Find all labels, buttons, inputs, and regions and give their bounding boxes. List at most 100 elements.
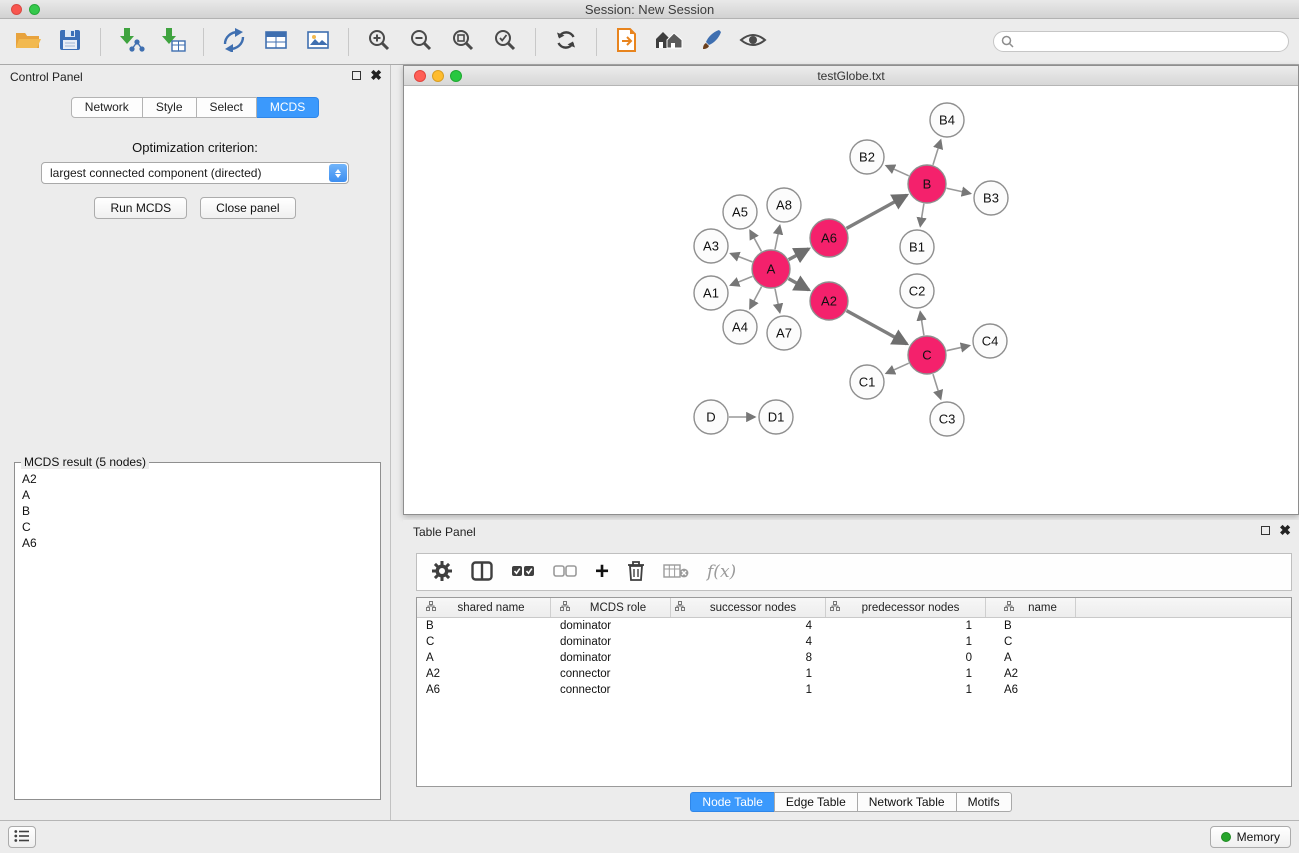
edge-B-B1[interactable] bbox=[920, 204, 924, 227]
edge-A-A8[interactable] bbox=[775, 226, 780, 250]
zoom-window-button[interactable] bbox=[29, 4, 40, 15]
import-table-button[interactable] bbox=[155, 25, 191, 59]
edge-A-A4[interactable] bbox=[750, 287, 762, 309]
column-header-name[interactable]: name bbox=[986, 598, 1076, 617]
column-header-shared-name[interactable]: shared name bbox=[417, 598, 551, 617]
edge-A-A7[interactable] bbox=[775, 289, 780, 313]
float-panel-icon[interactable] bbox=[352, 71, 361, 80]
mcds-result-item[interactable]: A6 bbox=[17, 535, 378, 551]
graph-node-B1[interactable]: B1 bbox=[900, 230, 934, 264]
graph-node-C4[interactable]: C4 bbox=[973, 324, 1007, 358]
edge-A-A2[interactable] bbox=[789, 279, 809, 290]
graph-node-C1[interactable]: C1 bbox=[850, 365, 884, 399]
tab-mcds[interactable]: MCDS bbox=[257, 97, 319, 118]
edge-A-A5[interactable] bbox=[750, 230, 761, 251]
delete-table-button[interactable] bbox=[663, 557, 689, 587]
edge-C-C1[interactable] bbox=[886, 363, 909, 373]
zoom-out-button[interactable] bbox=[403, 25, 439, 59]
delete-column-button[interactable] bbox=[627, 557, 645, 587]
graph-node-A3[interactable]: A3 bbox=[694, 229, 728, 263]
table-row[interactable]: Bdominator41B bbox=[417, 618, 1291, 634]
save-session-button[interactable] bbox=[52, 25, 88, 59]
graph-node-A8[interactable]: A8 bbox=[767, 188, 801, 222]
mcds-result-item[interactable]: B bbox=[17, 503, 378, 519]
select-all-button[interactable] bbox=[511, 557, 535, 587]
column-header-successor-nodes[interactable]: successor nodes bbox=[671, 598, 826, 617]
edge-A-A1[interactable] bbox=[730, 276, 752, 285]
import-network-button[interactable] bbox=[113, 25, 149, 59]
graph-node-A5[interactable]: A5 bbox=[723, 195, 757, 229]
graph-node-C2[interactable]: C2 bbox=[900, 274, 934, 308]
refresh-button[interactable] bbox=[548, 25, 584, 59]
graph-node-A4[interactable]: A4 bbox=[723, 310, 757, 344]
tab-network[interactable]: Network bbox=[71, 97, 143, 118]
graph-node-B[interactable]: B bbox=[908, 165, 946, 203]
graph-node-A2[interactable]: A2 bbox=[810, 282, 848, 320]
graph-node-B4[interactable]: B4 bbox=[930, 103, 964, 137]
column-header-mcds-role[interactable]: MCDS role bbox=[551, 598, 671, 617]
mcds-result-list[interactable]: A2ABCA6 bbox=[17, 471, 378, 797]
tab-select[interactable]: Select bbox=[197, 97, 257, 118]
network-zoom-button[interactable] bbox=[450, 70, 462, 82]
export-table-button[interactable] bbox=[258, 25, 294, 59]
graph-node-A1[interactable]: A1 bbox=[694, 276, 728, 310]
edge-A-A3[interactable] bbox=[731, 254, 753, 262]
edge-C-C2[interactable] bbox=[920, 312, 924, 335]
table-row[interactable]: Adominator80A bbox=[417, 650, 1291, 666]
close-window-button[interactable] bbox=[11, 4, 22, 15]
close-panel-icon[interactable]: ✖ bbox=[370, 70, 382, 81]
table-row[interactable]: A6connector11A6 bbox=[417, 682, 1291, 698]
tab-motifs[interactable]: Motifs bbox=[956, 792, 1012, 812]
show-columns-button[interactable] bbox=[471, 557, 493, 587]
export-network-button[interactable] bbox=[216, 25, 252, 59]
graph-node-C[interactable]: C bbox=[908, 336, 946, 374]
deselect-all-button[interactable] bbox=[553, 557, 577, 587]
mcds-result-item[interactable]: A2 bbox=[17, 471, 378, 487]
graph-node-A6[interactable]: A6 bbox=[810, 219, 848, 257]
close-panel-button[interactable]: Close panel bbox=[200, 197, 295, 219]
graph-node-C3[interactable]: C3 bbox=[930, 402, 964, 436]
criterion-dropdown[interactable]: largest connected component (directed) bbox=[41, 162, 349, 184]
tab-node-table[interactable]: Node Table bbox=[690, 792, 775, 812]
column-header-predecessor-nodes[interactable]: predecessor nodes bbox=[826, 598, 986, 617]
network-window-titlebar[interactable]: testGlobe.txt bbox=[404, 66, 1298, 86]
graph-node-B3[interactable]: B3 bbox=[974, 181, 1008, 215]
table-row[interactable]: Cdominator41C bbox=[417, 634, 1291, 650]
float-table-panel-icon[interactable] bbox=[1261, 526, 1270, 535]
zoom-in-button[interactable] bbox=[361, 25, 397, 59]
network-close-button[interactable] bbox=[414, 70, 426, 82]
graph-node-B2[interactable]: B2 bbox=[850, 140, 884, 174]
run-mcds-button[interactable]: Run MCDS bbox=[94, 197, 187, 219]
graph-node-A7[interactable]: A7 bbox=[767, 316, 801, 350]
edge-A6-B[interactable] bbox=[847, 195, 907, 228]
zoom-fit-button[interactable] bbox=[445, 25, 481, 59]
edge-A-A6[interactable] bbox=[789, 249, 809, 260]
edge-A2-C[interactable] bbox=[847, 311, 907, 344]
tab-edge-table[interactable]: Edge Table bbox=[774, 792, 858, 812]
graph-node-D[interactable]: D bbox=[694, 400, 728, 434]
edge-C-C4[interactable] bbox=[947, 346, 970, 351]
close-table-panel-icon[interactable]: ✖ bbox=[1279, 525, 1291, 536]
edge-B-B4[interactable] bbox=[933, 140, 941, 165]
memory-button[interactable]: Memory bbox=[1210, 826, 1291, 848]
table-row[interactable]: A2connector11A2 bbox=[417, 666, 1291, 682]
edge-C-C3[interactable] bbox=[933, 374, 941, 399]
tab-style[interactable]: Style bbox=[143, 97, 197, 118]
task-history-button[interactable] bbox=[8, 826, 36, 848]
edge-B-B3[interactable] bbox=[947, 188, 971, 193]
edge-B-B2[interactable] bbox=[886, 166, 909, 176]
graph-node-A[interactable]: A bbox=[752, 250, 790, 288]
show-details-button[interactable] bbox=[735, 25, 771, 59]
add-column-button[interactable]: + bbox=[595, 557, 609, 587]
search-input[interactable] bbox=[993, 31, 1289, 52]
home-view-button[interactable] bbox=[651, 25, 687, 59]
table-settings-button[interactable] bbox=[431, 557, 453, 587]
tab-network-table[interactable]: Network Table bbox=[857, 792, 957, 812]
network-minimize-button[interactable] bbox=[432, 70, 444, 82]
open-session-button[interactable] bbox=[10, 25, 46, 59]
export-image-button[interactable] bbox=[300, 25, 336, 59]
first-neighbors-button[interactable] bbox=[609, 25, 645, 59]
zoom-selected-button[interactable] bbox=[487, 25, 523, 59]
mcds-result-item[interactable]: A bbox=[17, 487, 378, 503]
apply-style-button[interactable] bbox=[693, 25, 729, 59]
